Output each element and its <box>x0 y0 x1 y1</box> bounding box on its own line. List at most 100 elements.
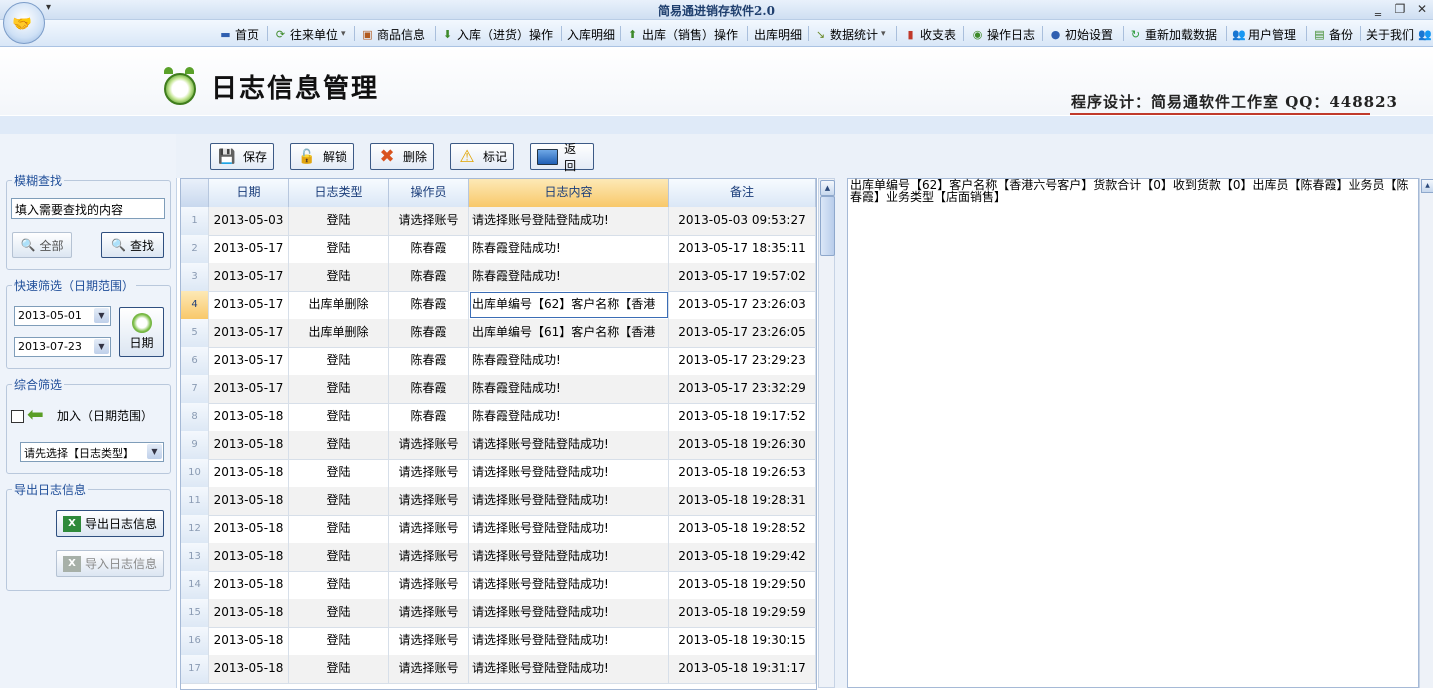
cell-operator[interactable]: 陈春霞 <box>389 375 469 403</box>
cell-note[interactable]: 2013-05-18 19:30:15 <box>669 627 816 655</box>
row-number[interactable]: 12 <box>181 515 209 543</box>
cell-log-type[interactable]: 登陆 <box>289 207 389 235</box>
cell-log-type[interactable]: 登陆 <box>289 431 389 459</box>
cell-log-type[interactable]: 登陆 <box>289 543 389 571</box>
table-row[interactable]: 7 2013-05-17 登陆 陈春霞 陈春霞登陆成功! 2013-05-17 23:32… <box>181 375 816 404</box>
mark-button[interactable]: ⚠ 标记 <box>450 143 514 170</box>
cell-log-content[interactable]: 请选择账号登陆登陆成功! <box>469 515 669 543</box>
cell-operator[interactable]: 请选择账号 <box>389 459 469 487</box>
back-button[interactable]: 返回 <box>530 142 594 173</box>
cell-log-type[interactable]: 登陆 <box>289 375 389 403</box>
cell-log-content[interactable]: 请选择账号登陆登陆成功! <box>469 207 669 235</box>
row-number[interactable]: 16 <box>181 627 209 655</box>
row-number[interactable]: 3 <box>181 263 209 291</box>
maximize-button[interactable]: ❐ <box>1389 1 1411 17</box>
cell-note[interactable]: 2013-05-17 23:29:23 <box>669 347 816 375</box>
cell-date[interactable]: 2013-05-17 <box>209 235 289 263</box>
row-number[interactable]: 9 <box>181 431 209 459</box>
cell-note[interactable]: 2013-05-17 18:35:11 <box>669 235 816 263</box>
toolbar-item-5[interactable]: 入库明细 <box>567 25 615 43</box>
cell-log-type[interactable]: 登陆 <box>289 627 389 655</box>
cell-date[interactable]: 2013-05-18 <box>209 431 289 459</box>
row-number[interactable]: 5 <box>181 319 209 347</box>
cell-operator[interactable]: 陈春霞 <box>389 403 469 431</box>
toolbar-item-8[interactable]: ↘ 数据统计 ▾ <box>814 25 886 43</box>
cell-operator[interactable]: 陈春霞 <box>389 291 469 319</box>
cell-date[interactable]: 2013-05-18 <box>209 655 289 683</box>
import-log-button[interactable]: X 导入日志信息 <box>56 550 164 577</box>
export-log-button[interactable]: X 导出日志信息 <box>56 510 164 537</box>
minimize-button[interactable]: ‗ <box>1367 1 1389 17</box>
cell-log-content[interactable]: 陈春霞登陆成功! <box>469 263 669 291</box>
cell-operator[interactable]: 请选择账号 <box>389 599 469 627</box>
cell-log-content[interactable]: 请选择账号登陆登陆成功! <box>469 627 669 655</box>
cell-operator[interactable]: 请选择账号 <box>389 515 469 543</box>
table-row[interactable]: 11 2013-05-18 登陆 请选择账号 请选择账号登陆登陆成功! 2013-05-1… <box>181 487 816 516</box>
cell-operator[interactable]: 请选择账号 <box>389 571 469 599</box>
toolbar-item-10[interactable]: ◉ 操作日志 <box>971 25 1035 43</box>
cell-note[interactable]: 2013-05-17 19:57:02 <box>669 263 816 291</box>
cell-note[interactable]: 2013-05-18 19:31:17 <box>669 655 816 683</box>
cell-date[interactable]: 2013-05-17 <box>209 319 289 347</box>
cell-note[interactable]: 2013-05-18 19:29:42 <box>669 543 816 571</box>
table-row[interactable]: 8 2013-05-18 登陆 陈春霞 陈春霞登陆成功! 2013-05-18 19:17… <box>181 403 816 432</box>
row-number[interactable]: 17 <box>181 655 209 683</box>
cell-note[interactable]: 2013-05-17 23:26:05 <box>669 319 816 347</box>
scroll-thumb[interactable] <box>820 196 835 256</box>
users-icon[interactable]: 👥 <box>1418 25 1432 43</box>
cell-log-content[interactable]: 请选择账号登陆登陆成功! <box>469 571 669 599</box>
cell-date[interactable]: 2013-05-17 <box>209 291 289 319</box>
cell-date[interactable]: 2013-05-18 <box>209 571 289 599</box>
column-header-date[interactable]: 日期 <box>209 179 289 207</box>
cell-log-content[interactable]: 陈春霞登陆成功! <box>469 375 669 403</box>
date-to-picker[interactable]: 2013-07-23 ▼ <box>14 337 111 357</box>
toolbar-item-7[interactable]: 出库明细 <box>754 25 802 43</box>
cell-date[interactable]: 2013-05-18 <box>209 403 289 431</box>
cell-log-content[interactable]: 陈春霞登陆成功! <box>469 235 669 263</box>
table-row[interactable]: 4 2013-05-17 出库单删除 陈春霞 出库单编号【62】客户名称【香港 2013-… <box>181 291 816 320</box>
cell-note[interactable]: 2013-05-18 19:26:53 <box>669 459 816 487</box>
detail-scrollbar[interactable]: ▲ <box>1419 178 1433 688</box>
cell-log-type[interactable]: 登陆 <box>289 403 389 431</box>
table-row[interactable]: 3 2013-05-17 登陆 陈春霞 陈春霞登陆成功! 2013-05-17 19:57… <box>181 263 816 292</box>
unlock-button[interactable]: 🔓 解锁 <box>290 143 354 170</box>
cell-log-content[interactable]: 请选择账号登陆登陆成功! <box>469 459 669 487</box>
cell-date[interactable]: 2013-05-18 <box>209 459 289 487</box>
toolbar-item-14[interactable]: ▤ 备份 <box>1313 25 1353 43</box>
cell-note[interactable]: 2013-05-18 19:26:30 <box>669 431 816 459</box>
cell-operator[interactable]: 请选择账号 <box>389 655 469 683</box>
cell-operator[interactable]: 请选择账号 <box>389 627 469 655</box>
select-all-corner[interactable] <box>181 179 209 207</box>
cell-log-content[interactable]: 请选择账号登陆登陆成功! <box>469 431 669 459</box>
table-scrollbar[interactable]: ▲ <box>818 178 835 688</box>
row-number[interactable]: 2 <box>181 235 209 263</box>
toolbar-item-13[interactable]: 👥 用户管理 <box>1232 25 1296 43</box>
row-number[interactable]: 14 <box>181 571 209 599</box>
table-row[interactable]: 12 2013-05-18 登陆 请选择账号 请选择账号登陆登陆成功! 2013-05-1… <box>181 515 816 544</box>
table-row[interactable]: 1 2013-05-03 登陆 请选择账号 请选择账号登陆登陆成功! 2013-05-03… <box>181 207 816 236</box>
table-row[interactable]: 17 2013-05-18 登陆 请选择账号 请选择账号登陆登陆成功! 2013-05-1… <box>181 655 816 684</box>
table-row[interactable]: 5 2013-05-17 出库单删除 陈春霞 出库单编号【61】客户名称【香港 2013-… <box>181 319 816 348</box>
table-row[interactable]: 14 2013-05-18 登陆 请选择账号 请选择账号登陆登陆成功! 2013-05-1… <box>181 571 816 600</box>
column-header-note[interactable]: 备注 <box>669 179 816 207</box>
table-row[interactable]: 2 2013-05-17 登陆 陈春霞 陈春霞登陆成功! 2013-05-17 18:35… <box>181 235 816 264</box>
row-number[interactable]: 15 <box>181 599 209 627</box>
cell-date[interactable]: 2013-05-18 <box>209 515 289 543</box>
cell-operator[interactable]: 请选择账号 <box>389 543 469 571</box>
table-row[interactable]: 16 2013-05-18 登陆 请选择账号 请选择账号登陆登陆成功! 2013-05-1… <box>181 627 816 656</box>
cell-log-type[interactable]: 登陆 <box>289 263 389 291</box>
column-header-log-content[interactable]: 日志内容 <box>469 179 669 207</box>
column-header-operator[interactable]: 操作员 <box>389 179 469 207</box>
cell-log-type[interactable]: 登陆 <box>289 487 389 515</box>
cell-log-content[interactable]: 陈春霞登陆成功! <box>469 403 669 431</box>
add-date-range-checkbox[interactable] <box>11 410 24 423</box>
row-number[interactable]: 8 <box>181 403 209 431</box>
cell-date[interactable]: 2013-05-18 <box>209 627 289 655</box>
toolbar-item-3[interactable]: ▣ 商品信息 <box>361 25 425 43</box>
log-type-select[interactable]: 请先选择【日志类型】 ▼ <box>20 442 164 462</box>
cell-log-content[interactable]: 陈春霞登陆成功! <box>469 347 669 375</box>
row-number[interactable]: 13 <box>181 543 209 571</box>
cell-date[interactable]: 2013-05-03 <box>209 207 289 235</box>
cell-operator[interactable]: 请选择账号 <box>389 487 469 515</box>
cell-date[interactable]: 2013-05-18 <box>209 487 289 515</box>
